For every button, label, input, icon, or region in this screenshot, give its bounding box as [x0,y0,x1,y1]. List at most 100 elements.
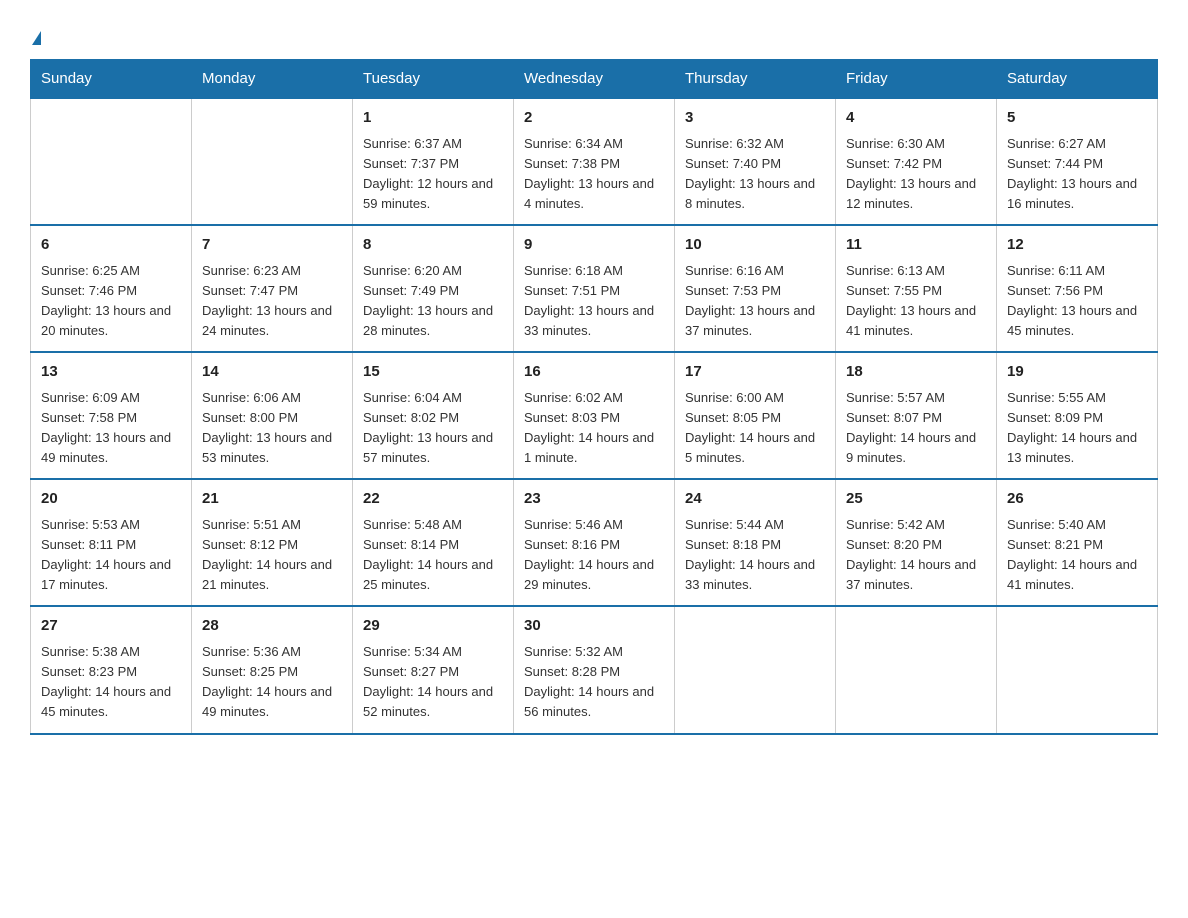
page-header [30,20,1158,49]
calendar-cell: 30 Sunrise: 5:32 AM Sunset: 8:28 PM Dayli… [514,606,675,733]
weekday-header-tuesday: Tuesday [353,60,514,99]
cell-info-text: Sunrise: 6:37 AM Sunset: 7:37 PM Dayligh… [363,134,503,215]
cell-info-text: Sunrise: 5:44 AM Sunset: 8:18 PM Dayligh… [685,515,825,596]
cell-info-text: Sunrise: 5:42 AM Sunset: 8:20 PM Dayligh… [846,515,986,596]
calendar-cell: 3 Sunrise: 6:32 AM Sunset: 7:40 PM Daylig… [675,98,836,225]
cell-info-text: Sunrise: 6:20 AM Sunset: 7:49 PM Dayligh… [363,261,503,342]
cell-day-number: 28 [202,615,342,638]
calendar-cell: 22 Sunrise: 5:48 AM Sunset: 8:14 PM Dayli… [353,479,514,606]
calendar-cell: 29 Sunrise: 5:34 AM Sunset: 8:27 PM Dayli… [353,606,514,733]
calendar-cell: 11 Sunrise: 6:13 AM Sunset: 7:55 PM Dayli… [836,225,997,352]
cell-day-number: 15 [363,361,503,384]
cell-info-text: Sunrise: 5:48 AM Sunset: 8:14 PM Dayligh… [363,515,503,596]
calendar-cell: 6 Sunrise: 6:25 AM Sunset: 7:46 PM Daylig… [31,225,192,352]
cell-info-text: Sunrise: 5:38 AM Sunset: 8:23 PM Dayligh… [41,642,181,723]
cell-day-number: 6 [41,234,181,257]
calendar-cell: 2 Sunrise: 6:34 AM Sunset: 7:38 PM Daylig… [514,98,675,225]
calendar-table: SundayMondayTuesdayWednesdayThursdayFrid… [30,59,1158,734]
calendar-cell [31,98,192,225]
cell-info-text: Sunrise: 5:34 AM Sunset: 8:27 PM Dayligh… [363,642,503,723]
cell-day-number: 20 [41,488,181,511]
logo-triangle-icon [32,31,41,45]
cell-info-text: Sunrise: 5:36 AM Sunset: 8:25 PM Dayligh… [202,642,342,723]
cell-info-text: Sunrise: 5:40 AM Sunset: 8:21 PM Dayligh… [1007,515,1147,596]
calendar-cell: 15Sunrise: 6:04 AM Sunset: 8:02 PM Dayli… [353,352,514,479]
weekday-header-friday: Friday [836,60,997,99]
calendar-cell: 13 Sunrise: 6:09 AM Sunset: 7:58 PM Dayli… [31,352,192,479]
cell-info-text: Sunrise: 6:02 AM Sunset: 8:03 PM Dayligh… [524,388,664,469]
weekday-header-sunday: Sunday [31,60,192,99]
cell-day-number: 13 [41,361,181,384]
cell-day-number: 5 [1007,107,1147,130]
calendar-cell: 21 Sunrise: 5:51 AM Sunset: 8:12 PM Dayli… [192,479,353,606]
cell-info-text: Sunrise: 5:55 AM Sunset: 8:09 PM Dayligh… [1007,388,1147,469]
cell-day-number: 8 [363,234,503,257]
cell-day-number: 30 [524,615,664,638]
cell-day-number: 10 [685,234,825,257]
cell-day-number: 12 [1007,234,1147,257]
cell-day-number: 26 [1007,488,1147,511]
logo [30,20,41,49]
calendar-cell: 10Sunrise: 6:16 AM Sunset: 7:53 PM Dayli… [675,225,836,352]
weekday-header-monday: Monday [192,60,353,99]
cell-day-number: 4 [846,107,986,130]
cell-info-text: Sunrise: 6:23 AM Sunset: 7:47 PM Dayligh… [202,261,342,342]
cell-info-text: Sunrise: 6:18 AM Sunset: 7:51 PM Dayligh… [524,261,664,342]
cell-info-text: Sunrise: 5:32 AM Sunset: 8:28 PM Dayligh… [524,642,664,723]
calendar-cell: 24 Sunrise: 5:44 AM Sunset: 8:18 PM Dayli… [675,479,836,606]
calendar-cell: 28 Sunrise: 5:36 AM Sunset: 8:25 PM Dayli… [192,606,353,733]
cell-info-text: Sunrise: 5:53 AM Sunset: 8:11 PM Dayligh… [41,515,181,596]
cell-day-number: 22 [363,488,503,511]
cell-day-number: 29 [363,615,503,638]
calendar-cell: 7Sunrise: 6:23 AM Sunset: 7:47 PM Daylig… [192,225,353,352]
calendar-cell: 1 Sunrise: 6:37 AM Sunset: 7:37 PM Daylig… [353,98,514,225]
calendar-cell: 12 Sunrise: 6:11 AM Sunset: 7:56 PM Dayli… [997,225,1158,352]
cell-day-number: 18 [846,361,986,384]
cell-info-text: Sunrise: 6:00 AM Sunset: 8:05 PM Dayligh… [685,388,825,469]
cell-day-number: 1 [363,107,503,130]
cell-info-text: Sunrise: 6:32 AM Sunset: 7:40 PM Dayligh… [685,134,825,215]
calendar-cell: 25 Sunrise: 5:42 AM Sunset: 8:20 PM Dayli… [836,479,997,606]
weekday-header-thursday: Thursday [675,60,836,99]
calendar-cell: 20 Sunrise: 5:53 AM Sunset: 8:11 PM Dayli… [31,479,192,606]
calendar-cell: 19 Sunrise: 5:55 AM Sunset: 8:09 PM Dayli… [997,352,1158,479]
calendar-cell: 26 Sunrise: 5:40 AM Sunset: 8:21 PM Dayli… [997,479,1158,606]
cell-info-text: Sunrise: 6:25 AM Sunset: 7:46 PM Dayligh… [41,261,181,342]
cell-info-text: Sunrise: 5:46 AM Sunset: 8:16 PM Dayligh… [524,515,664,596]
cell-day-number: 3 [685,107,825,130]
cell-day-number: 19 [1007,361,1147,384]
cell-info-text: Sunrise: 6:13 AM Sunset: 7:55 PM Dayligh… [846,261,986,342]
calendar-cell: 5Sunrise: 6:27 AM Sunset: 7:44 PM Daylig… [997,98,1158,225]
weekday-header-wednesday: Wednesday [514,60,675,99]
cell-day-number: 16 [524,361,664,384]
calendar-cell [836,606,997,733]
calendar-cell [675,606,836,733]
cell-info-text: Sunrise: 5:51 AM Sunset: 8:12 PM Dayligh… [202,515,342,596]
cell-day-number: 25 [846,488,986,511]
calendar-cell: 14 Sunrise: 6:06 AM Sunset: 8:00 PM Dayli… [192,352,353,479]
cell-day-number: 21 [202,488,342,511]
cell-day-number: 17 [685,361,825,384]
cell-day-number: 24 [685,488,825,511]
cell-day-number: 23 [524,488,664,511]
cell-info-text: Sunrise: 6:30 AM Sunset: 7:42 PM Dayligh… [846,134,986,215]
weekday-header-saturday: Saturday [997,60,1158,99]
calendar-cell [192,98,353,225]
calendar-cell: 9 Sunrise: 6:18 AM Sunset: 7:51 PM Daylig… [514,225,675,352]
cell-day-number: 2 [524,107,664,130]
calendar-cell: 17 Sunrise: 6:00 AM Sunset: 8:05 PM Dayli… [675,352,836,479]
cell-day-number: 14 [202,361,342,384]
calendar-cell: 16 Sunrise: 6:02 AM Sunset: 8:03 PM Dayli… [514,352,675,479]
calendar-cell [997,606,1158,733]
cell-day-number: 11 [846,234,986,257]
cell-info-text: Sunrise: 6:09 AM Sunset: 7:58 PM Dayligh… [41,388,181,469]
calendar-cell: 27 Sunrise: 5:38 AM Sunset: 8:23 PM Dayli… [31,606,192,733]
cell-day-number: 9 [524,234,664,257]
cell-day-number: 27 [41,615,181,638]
cell-info-text: Sunrise: 5:57 AM Sunset: 8:07 PM Dayligh… [846,388,986,469]
cell-info-text: Sunrise: 6:34 AM Sunset: 7:38 PM Dayligh… [524,134,664,215]
cell-info-text: Sunrise: 6:06 AM Sunset: 8:00 PM Dayligh… [202,388,342,469]
cell-info-text: Sunrise: 6:11 AM Sunset: 7:56 PM Dayligh… [1007,261,1147,342]
calendar-cell: 8 Sunrise: 6:20 AM Sunset: 7:49 PM Daylig… [353,225,514,352]
calendar-cell: 4 Sunrise: 6:30 AM Sunset: 7:42 PM Daylig… [836,98,997,225]
